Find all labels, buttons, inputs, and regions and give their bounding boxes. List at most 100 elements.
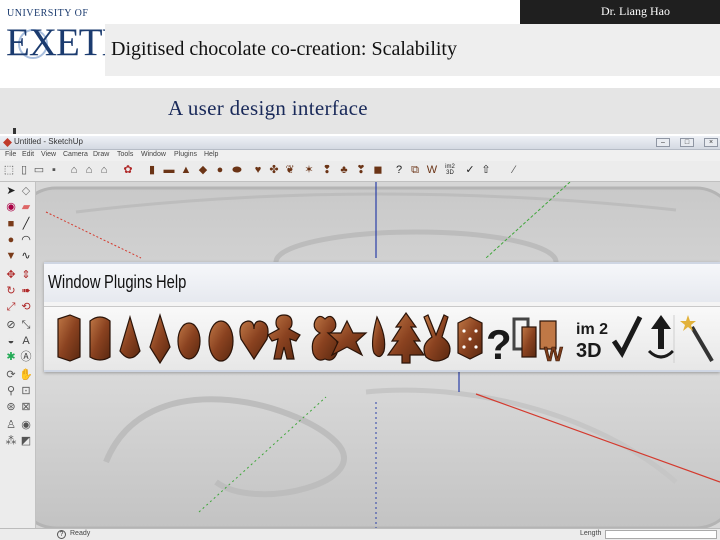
eraser-icon[interactable]: ▰ (19, 200, 33, 214)
select-tool-icon[interactable]: ⬚ (3, 164, 15, 177)
tape-measure-icon[interactable]: ⊘ (4, 318, 18, 332)
small-wand-icon[interactable]: ⁄ (508, 164, 520, 177)
menu-help[interactable]: Help (204, 151, 218, 158)
small-chocolate-bar-icon[interactable]: ▮ (146, 164, 158, 177)
copy-layers-icon[interactable] (512, 317, 537, 358)
circle-icon[interactable]: ● (4, 233, 18, 247)
gingerbread-man-icon[interactable] (267, 314, 301, 360)
zoom-icon[interactable]: ⚲ (4, 384, 18, 398)
small-tree-icon[interactable]: ♣ (338, 164, 350, 177)
push-pull-icon[interactable]: ⇕ (19, 268, 33, 282)
export-upload-icon[interactable] (647, 315, 675, 359)
small-help-icon[interactable]: ? (393, 164, 405, 177)
bunny-shape-icon[interactable] (423, 314, 451, 362)
minimize-button[interactable]: – (656, 138, 670, 147)
title-band: Digitised chocolate co-creation: Scalabi… (105, 24, 720, 76)
zoom-extents-icon[interactable]: ⊠ (19, 400, 33, 414)
menu-plugins[interactable]: Plugins (174, 151, 197, 158)
axes-icon[interactable]: ✱ (4, 350, 18, 364)
imprint-w-icon[interactable]: W (539, 320, 563, 366)
rectangle-icon[interactable]: ■ (4, 217, 18, 231)
polygon-icon[interactable]: ▼ (4, 249, 18, 263)
cylinder-shape-icon[interactable] (89, 316, 111, 361)
small-oval-icon[interactable]: ⬬ (231, 164, 243, 177)
menu-edit[interactable]: Edit (22, 151, 34, 158)
paint-bucket-icon[interactable]: ◉ (4, 200, 18, 214)
small-dice-icon[interactable]: ◼ (372, 164, 384, 177)
status-help-icon[interactable]: ? (57, 530, 66, 539)
make-component-icon[interactable]: ◇ (19, 184, 33, 198)
small-bear-icon[interactable]: ❦ (284, 164, 296, 177)
section-plane-icon[interactable]: ◩ (19, 434, 33, 448)
menu-file[interactable]: File (5, 151, 16, 158)
iso-view-icon[interactable]: ⌂ (83, 164, 95, 177)
checkmark-icon[interactable] (611, 315, 643, 358)
look-around-icon[interactable]: ◉ (19, 418, 33, 432)
small-copy-icon[interactable]: ⧉ (409, 164, 421, 177)
egg-shape-icon[interactable] (177, 322, 201, 360)
offset-icon[interactable]: ⟲ (19, 300, 33, 314)
christmas-tree-icon[interactable] (386, 311, 426, 364)
measurements-input[interactable] (605, 530, 717, 539)
maximize-button[interactable]: □ (680, 138, 694, 147)
previous-view-icon[interactable]: ⊛ (4, 400, 18, 414)
house-view-icon[interactable]: ⌂ (68, 164, 80, 177)
close-button[interactable]: × (704, 138, 718, 147)
small-cone-icon[interactable]: ◆ (197, 164, 209, 177)
zoomed-plugin-toolbar: ? W im 2 3D (44, 306, 720, 370)
window-titlebar: Untitled - SketchUp – □ × (0, 136, 720, 150)
menu-draw[interactable]: Draw (93, 151, 109, 158)
drop-shape-icon[interactable] (119, 314, 141, 359)
zoomed-menu-help[interactable]: Help (156, 272, 186, 293)
follow-me-icon[interactable]: ➠ (19, 284, 33, 298)
dimension-icon[interactable]: ⤡ (19, 318, 33, 332)
protractor-icon[interactable]: ◒ (4, 334, 18, 348)
freehand-icon[interactable]: ∿ (19, 249, 33, 263)
rotate-icon[interactable]: ↻ (4, 284, 18, 298)
pan-icon[interactable]: ✋ (19, 368, 33, 382)
small-gingerbread-icon[interactable]: ✤ (268, 164, 280, 177)
small-bunny-icon[interactable]: ❣ (355, 164, 367, 177)
move-icon[interactable]: ✥ (4, 268, 18, 282)
small-check-icon[interactable]: ✓ (464, 164, 476, 177)
teardrop-shape-icon[interactable] (371, 315, 386, 358)
zoomed-menu-window[interactable]: Window (48, 272, 101, 293)
zoomed-menu-plugins[interactable]: Plugins (104, 272, 152, 293)
small-drop-icon[interactable]: ▲ (180, 164, 192, 177)
menu-tools[interactable]: Tools (117, 151, 133, 158)
help-icon[interactable]: ? (486, 321, 512, 368)
save-icon[interactable]: ▪ (48, 164, 60, 177)
zoom-window-icon[interactable]: ⊡ (19, 384, 33, 398)
oval-shape-icon[interactable] (208, 320, 234, 362)
cone-shape-icon[interactable] (149, 312, 171, 365)
line-icon[interactable]: ╱ (19, 217, 33, 231)
small-imprint-icon[interactable]: W (426, 164, 438, 177)
small-cylinder-icon[interactable]: ▬ (163, 164, 175, 177)
small-star-icon[interactable]: ✶ (303, 164, 315, 177)
top-view-icon[interactable]: ⌂ (98, 164, 110, 177)
walk-icon[interactable]: ⁂ (4, 434, 18, 448)
magic-wand-icon[interactable] (680, 315, 714, 363)
menu-window[interactable]: Window (141, 151, 166, 158)
arc-icon[interactable]: ◠ (19, 233, 33, 247)
menu-camera[interactable]: Camera (63, 151, 88, 158)
small-im2-3d-icon[interactable]: im2 3D (444, 164, 456, 177)
components-icon[interactable]: ✿ (122, 164, 134, 177)
small-heart-icon[interactable]: ♥ (252, 164, 264, 177)
small-egg-icon[interactable]: ● (214, 164, 226, 177)
position-camera-icon[interactable]: ♙ (4, 418, 18, 432)
3d-text-icon[interactable]: Ⓐ (19, 350, 33, 364)
dice-shape-icon[interactable] (457, 316, 483, 360)
text-tool-icon[interactable]: A (19, 334, 33, 348)
heart-shape-icon[interactable] (239, 320, 269, 361)
new-file-icon[interactable]: ▯ (18, 164, 30, 177)
small-teardrop-icon[interactable]: ❢ (321, 164, 333, 177)
orbit-icon[interactable]: ⟳ (4, 368, 18, 382)
open-file-icon[interactable]: ▭ (33, 164, 45, 177)
menu-view[interactable]: View (41, 151, 56, 158)
small-export-icon[interactable]: ⇧ (480, 164, 492, 177)
chocolate-bar-shape-icon[interactable] (57, 314, 81, 362)
im2-3d-icon[interactable]: im 2 3D (576, 321, 608, 362)
select-arrow-icon[interactable]: ➤ (4, 184, 18, 198)
scale-icon[interactable]: ⤢ (4, 300, 18, 314)
